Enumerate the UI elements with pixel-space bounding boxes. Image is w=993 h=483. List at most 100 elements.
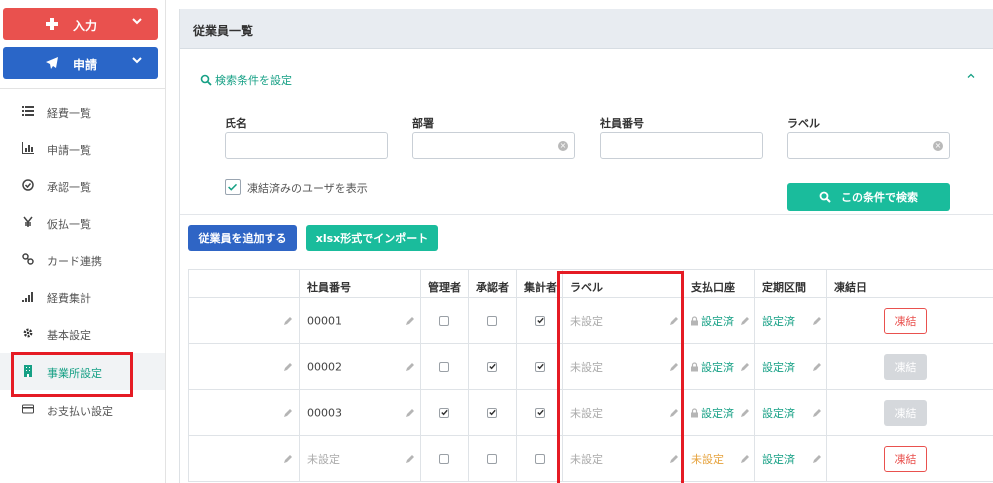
- chevron-down-icon: [132, 57, 142, 64]
- yen-icon: [23, 216, 33, 227]
- sidebar-item-applications[interactable]: 申請一覧: [0, 130, 165, 167]
- bank-account-status[interactable]: 設定済: [701, 405, 734, 421]
- pencil-icon[interactable]: [283, 316, 293, 326]
- show-frozen-checkbox[interactable]: [225, 179, 241, 195]
- pencil-icon[interactable]: [740, 316, 750, 326]
- chevron-up-icon[interactable]: [966, 71, 976, 81]
- bank-account-status[interactable]: 設定済: [701, 359, 734, 375]
- admin-checkbox[interactable]: [439, 453, 449, 464]
- label-value: 未設定: [570, 406, 603, 420]
- sidebar-item-label: カード連携: [47, 255, 102, 268]
- search-submit-label: この条件で検索: [841, 191, 918, 204]
- sidebar-item-card-link[interactable]: カード連携: [0, 241, 165, 278]
- sidebar-item-label: 申請一覧: [47, 144, 91, 157]
- bank-account-status[interactable]: 未設定: [691, 451, 724, 467]
- employee-number-cell: 未設定: [299, 436, 420, 481]
- pencil-icon[interactable]: [740, 362, 750, 372]
- approver-checkbox[interactable]: [487, 361, 497, 372]
- pencil-icon[interactable]: [669, 408, 679, 418]
- pencil-icon[interactable]: [812, 408, 822, 418]
- search-conditions-toggle[interactable]: 検索条件を設定: [200, 72, 292, 88]
- commute-route-status[interactable]: 設定済: [762, 359, 795, 375]
- sidebar-item-label: 経費集計: [47, 292, 91, 305]
- paper-plane-icon: [46, 57, 58, 69]
- pencil-icon[interactable]: [405, 362, 415, 372]
- aggregator-checkbox[interactable]: [535, 407, 545, 418]
- approver-cell: [468, 344, 516, 389]
- apply-button[interactable]: 申請: [3, 47, 158, 79]
- clear-icon[interactable]: ×: [558, 141, 568, 151]
- admin-cell: [420, 390, 468, 435]
- search-submit-button[interactable]: この条件で検索: [787, 183, 950, 211]
- input-button[interactable]: 入力: [3, 8, 158, 40]
- freeze-button[interactable]: 凍結: [884, 353, 927, 380]
- pencil-icon[interactable]: [812, 316, 822, 326]
- freeze-button[interactable]: 凍結: [884, 399, 927, 426]
- column-header-bank-account: 支払口座: [683, 270, 754, 297]
- commute-route-cell: 設定済: [754, 436, 826, 481]
- commute-route-status[interactable]: 設定済: [762, 451, 795, 467]
- commute-route-status[interactable]: 設定済: [762, 405, 795, 421]
- pencil-icon[interactable]: [740, 408, 750, 418]
- admin-checkbox[interactable]: [439, 407, 449, 418]
- pencil-icon[interactable]: [812, 454, 822, 464]
- approver-checkbox[interactable]: [487, 315, 497, 326]
- pencil-icon[interactable]: [405, 408, 415, 418]
- department-select[interactable]: ×: [412, 132, 575, 159]
- freeze-button[interactable]: 凍結: [884, 445, 927, 472]
- pencil-icon[interactable]: [283, 454, 293, 464]
- sidebar-item-approvals[interactable]: 承認一覧: [0, 167, 165, 204]
- sidebar-item-payment-settings[interactable]: お支払い設定: [0, 391, 165, 428]
- pencil-icon[interactable]: [283, 408, 293, 418]
- sidebar-divider: [0, 88, 165, 89]
- sidebar-item-expenses[interactable]: 経費一覧: [0, 93, 165, 130]
- employee-number-input[interactable]: [600, 132, 763, 159]
- pencil-icon[interactable]: [405, 316, 415, 326]
- label-select[interactable]: ×: [787, 132, 950, 159]
- aggregator-checkbox[interactable]: [535, 361, 545, 372]
- approver-checkbox[interactable]: [487, 407, 497, 418]
- approver-cell: [468, 436, 516, 481]
- sidebar-item-advances[interactable]: 仮払一覧: [0, 204, 165, 241]
- pencil-icon[interactable]: [669, 362, 679, 372]
- edit-cell: [188, 298, 299, 343]
- bank-account-status[interactable]: 設定済: [701, 313, 734, 329]
- aggregator-cell: [516, 298, 562, 343]
- pencil-icon[interactable]: [669, 454, 679, 464]
- freeze-button[interactable]: 凍結: [884, 307, 927, 334]
- aggregator-checkbox[interactable]: [535, 315, 545, 326]
- commute-route-cell: 設定済: [754, 298, 826, 343]
- column-header-commute-route: 定期区間: [754, 270, 826, 297]
- bank-account-cell: 設定済: [683, 298, 754, 343]
- content-header: 従業員一覧: [180, 9, 993, 49]
- import-xlsx-button[interactable]: xlsx形式でインポート: [306, 225, 438, 251]
- page-title: 従業員一覧: [193, 24, 254, 38]
- bank-account-cell: 設定済: [683, 390, 754, 435]
- clear-icon[interactable]: ×: [933, 141, 943, 151]
- table-row: 00003 未設定 設定済 設定済 凍結: [188, 390, 993, 436]
- pencil-icon[interactable]: [740, 454, 750, 464]
- sidebar-item-office-settings[interactable]: 事業所設定: [0, 353, 165, 390]
- sidebar-item-label: 事業所設定: [47, 367, 102, 380]
- aggregator-checkbox[interactable]: [535, 453, 545, 464]
- pencil-icon[interactable]: [283, 362, 293, 372]
- pencil-icon[interactable]: [669, 316, 679, 326]
- employee-number-value: 00002: [307, 360, 342, 373]
- commute-route-cell: 設定済: [754, 390, 826, 435]
- sidebar-item-aggregation[interactable]: 経費集計: [0, 278, 165, 315]
- search-icon: [819, 191, 831, 203]
- edit-cell: [188, 344, 299, 389]
- pencil-icon[interactable]: [812, 362, 822, 372]
- admin-checkbox[interactable]: [439, 315, 449, 326]
- add-employee-label: 従業員を追加する: [198, 232, 287, 245]
- credit-card-icon: [22, 404, 34, 414]
- add-employee-button[interactable]: 従業員を追加する: [188, 225, 297, 251]
- pencil-icon[interactable]: [405, 454, 415, 464]
- label-value: 未設定: [570, 314, 603, 328]
- admin-checkbox[interactable]: [439, 361, 449, 372]
- approver-checkbox[interactable]: [487, 453, 497, 464]
- sidebar-item-basic-settings[interactable]: 基本設定: [0, 315, 165, 352]
- name-input[interactable]: [225, 132, 388, 159]
- commute-route-status[interactable]: 設定済: [762, 313, 795, 329]
- employee-number-field-label: 社員番号: [600, 117, 644, 130]
